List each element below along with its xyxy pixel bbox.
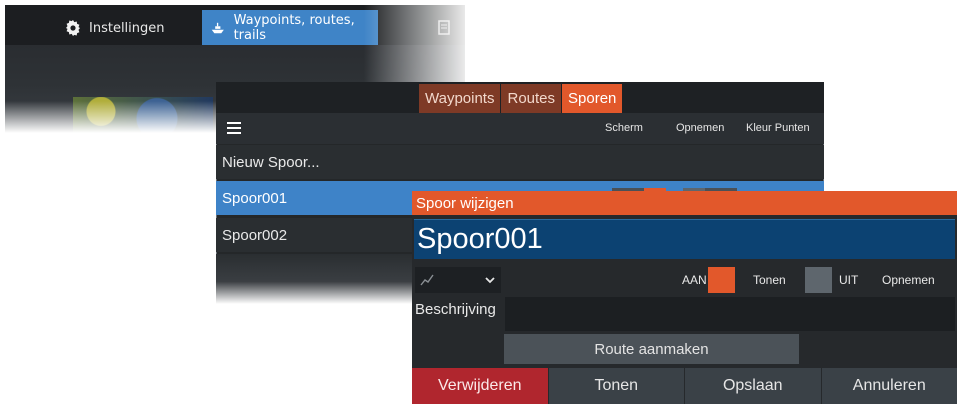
- map-icon: [438, 20, 450, 35]
- show-toggle-state: AAN: [682, 273, 707, 287]
- waypoints-routes-trails-tab[interactable]: Waypoints, routes, trails: [202, 10, 378, 46]
- column-record: Opnemen: [676, 122, 725, 134]
- menu-icon[interactable]: [227, 122, 241, 134]
- chevron-down-icon: [485, 276, 495, 283]
- dialog-title: Spoor wijzigen: [412, 191, 957, 215]
- create-route-button[interactable]: Route aanmaken: [504, 334, 799, 364]
- edit-track-dialog: Spoor wijzigen Spoor001 AAN Tonen UIT Op…: [412, 191, 957, 404]
- show-button[interactable]: Tonen: [548, 368, 684, 404]
- line-style-dropdown[interactable]: [415, 267, 501, 293]
- tab-tracks[interactable]: Sporen: [562, 84, 623, 113]
- new-track-item[interactable]: Nieuw Spoor...: [216, 145, 824, 179]
- tab-waypoints[interactable]: Waypoints: [419, 84, 501, 113]
- track-name-field[interactable]: Spoor001: [414, 219, 955, 259]
- track-name: Spoor002: [222, 226, 288, 244]
- show-toggle-label: Tonen: [753, 273, 786, 287]
- track-line-icon: [420, 274, 434, 286]
- record-toggle-state: UIT: [839, 273, 859, 287]
- description-label: Beschrijving: [415, 301, 496, 318]
- options-row: AAN Tonen UIT Opnemen: [412, 265, 957, 297]
- settings-label: Instellingen: [89, 20, 165, 36]
- third-tab[interactable]: [430, 10, 462, 46]
- record-toggle-label: Opnemen: [882, 273, 935, 287]
- top-nav-row: Instellingen Waypoints, routes, trails: [5, 5, 465, 46]
- panel-tab-bar: Waypoints Routes Sporen: [216, 82, 824, 113]
- boat-icon: [211, 22, 224, 34]
- column-color-points: Kleur Punten: [746, 122, 810, 134]
- record-toggle[interactable]: [805, 267, 832, 293]
- list-header: Scherm Opnemen Kleur Punten: [216, 113, 824, 144]
- track-name: Spoor001: [222, 189, 288, 207]
- dialog-footer: Verwijderen Tonen Opslaan Annuleren: [412, 368, 957, 404]
- column-screen: Scherm: [605, 122, 643, 134]
- waypoints-tab-label: Waypoints, routes, trails: [233, 13, 355, 43]
- delete-button[interactable]: Verwijderen: [412, 368, 548, 404]
- tab-routes[interactable]: Routes: [501, 84, 562, 113]
- settings-tab[interactable]: Instellingen: [57, 10, 173, 46]
- gear-icon: [66, 20, 80, 36]
- tab-strip: Waypoints Routes Sporen: [419, 84, 623, 113]
- save-button[interactable]: Opslaan: [685, 368, 821, 404]
- show-toggle[interactable]: [708, 267, 735, 293]
- description-field[interactable]: [505, 297, 955, 331]
- cancel-button[interactable]: Annuleren: [821, 368, 957, 404]
